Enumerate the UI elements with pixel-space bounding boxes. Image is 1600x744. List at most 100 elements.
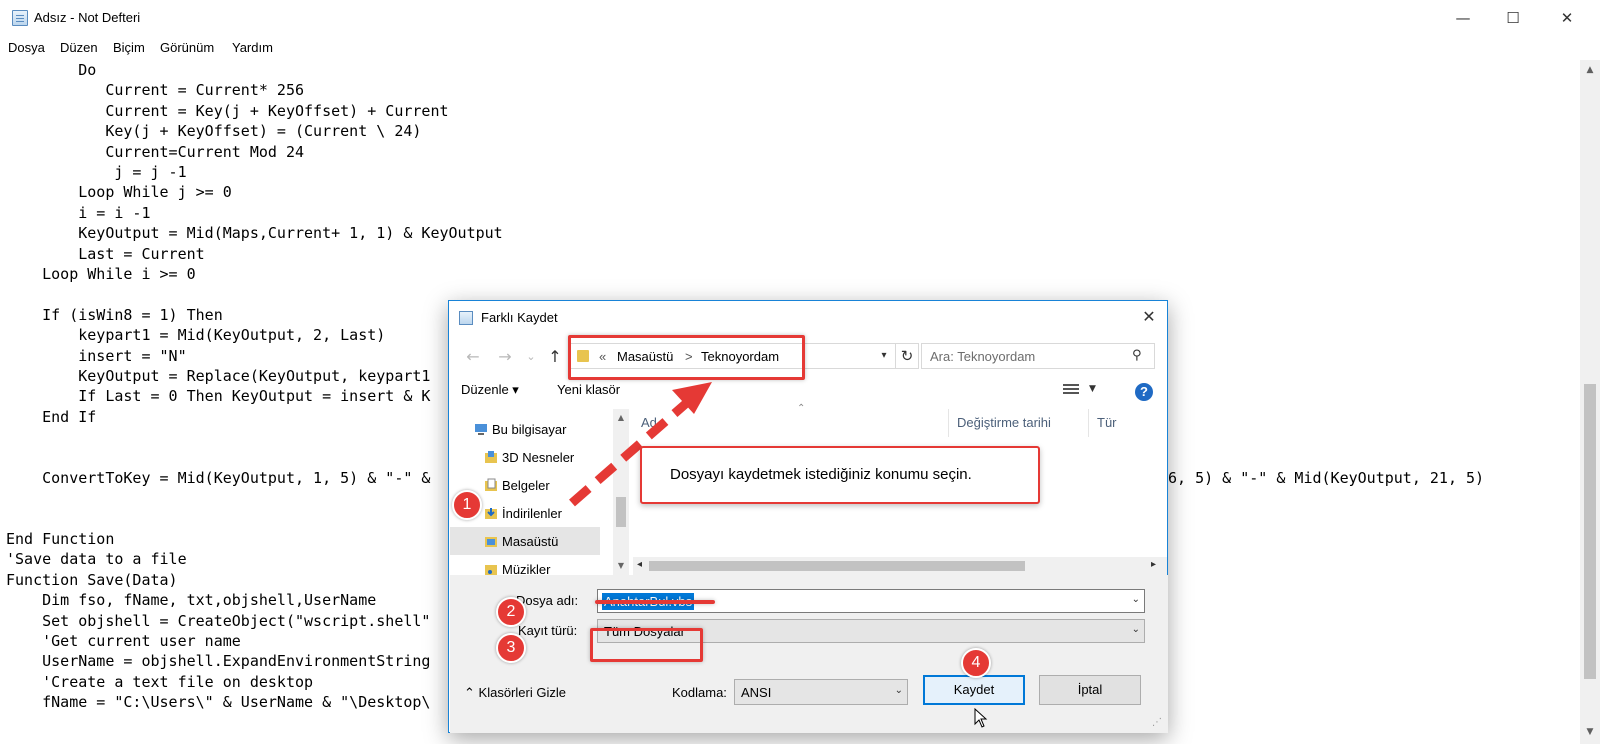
organize-button[interactable]: Düzenle ▾	[461, 382, 519, 398]
editor-vertical-scrollbar[interactable]: ▲ ▼	[1580, 60, 1600, 744]
highlight-filename	[595, 600, 715, 604]
nav-item-masaustu[interactable]: Masaüstü	[450, 527, 600, 555]
search-box[interactable]: ⚲	[921, 343, 1155, 369]
column-header-type[interactable]: Tür	[1089, 409, 1167, 437]
nav-label: Bu bilgisayar	[492, 422, 567, 437]
scroll-thumb[interactable]	[1584, 384, 1596, 679]
save-as-dialog: Farklı Kaydet ✕ ← → ⌄ ↑ « Masaüstü > Tek…	[448, 300, 1168, 733]
dialog-app-icon	[459, 311, 473, 325]
computer-icon	[475, 424, 487, 435]
filetype-label: Kayıt türü:	[518, 623, 578, 638]
menu-dosya[interactable]: Dosya	[8, 40, 45, 55]
menu-bicim[interactable]: Biçim	[113, 40, 145, 55]
code-line: Key(j + KeyOffset) = (Current \ 24)	[6, 122, 422, 140]
scroll-thumb[interactable]	[616, 497, 626, 527]
code-line: Current = Current* 256	[6, 81, 305, 99]
forward-arrow-icon[interactable]: →	[493, 345, 517, 369]
scroll-thumb[interactable]	[649, 561, 1025, 571]
maximize-icon[interactable]: ☐	[1490, 0, 1536, 36]
scroll-up-icon[interactable]: ▲	[1580, 62, 1600, 78]
address-dropdown-icon[interactable]: ▾	[875, 347, 893, 365]
dialog-bottom-area: Dosya adı: AnahtarBul.vbs ⌄ Kayıt türü: …	[450, 575, 1168, 733]
resize-grip-icon[interactable]: ⋰	[1152, 717, 1164, 729]
menu-yardim[interactable]: Yardım	[232, 40, 273, 55]
up-arrow-icon[interactable]: ↑	[543, 345, 567, 369]
hide-folders-label: Klasörleri Gizle	[478, 685, 566, 700]
recent-locations-icon[interactable]: ⌄	[519, 345, 543, 369]
code-line: End If	[6, 408, 97, 426]
nav-item-3d-nesneler[interactable]: 3D Nesneler	[450, 443, 600, 471]
minimize-icon[interactable]: —	[1440, 0, 1486, 36]
code-line: End Function	[6, 530, 115, 548]
code-line: 'Get current user name	[6, 632, 241, 650]
view-options-icon[interactable]	[1063, 384, 1081, 398]
highlight-filetype	[590, 628, 703, 662]
nav-item-muzikler[interactable]: Müzikler	[450, 555, 600, 575]
new-folder-button[interactable]: Yeni klasör	[557, 382, 620, 397]
menu-gorunum[interactable]: Görünüm	[160, 40, 214, 55]
step-badge-3: 3	[496, 633, 526, 663]
downloads-icon	[485, 508, 497, 519]
code-line: Current=Current Mod 24	[6, 143, 305, 161]
encoding-label: Kodlama:	[672, 685, 727, 700]
scroll-up-icon[interactable]: ▲	[613, 413, 629, 422]
filename-label: Dosya adı:	[516, 593, 579, 608]
hide-folders-button[interactable]: ⌃ Klasörleri Gizle	[464, 685, 566, 701]
scroll-left-icon[interactable]: ◂	[637, 559, 642, 570]
3d-objects-icon	[485, 451, 497, 463]
code-line: If Last = 0 Then KeyOutput = insert & K	[6, 387, 431, 405]
scroll-down-icon[interactable]: ▼	[1580, 724, 1600, 740]
code-line: j = j -1	[6, 163, 187, 181]
column-header-ad[interactable]: Ad	[633, 409, 949, 437]
desktop-icon	[485, 537, 497, 547]
instruction-callout: Dosyayı kaydetmek istediğiniz konumu seç…	[640, 446, 1040, 504]
code-line: Last = Current	[6, 245, 205, 263]
dialog-toolbar: Düzenle ▾ Yeni klasör ▼ ?	[449, 375, 1167, 405]
search-input[interactable]	[922, 344, 1122, 368]
close-icon[interactable]: ✕	[1544, 0, 1590, 36]
dialog-title: Farklı Kaydet	[481, 310, 558, 325]
music-icon	[485, 565, 497, 575]
nav-item-bu-bilgisayar[interactable]: Bu bilgisayar	[450, 415, 600, 443]
nav-label: Belgeler	[502, 478, 550, 493]
help-icon[interactable]: ?	[1135, 383, 1153, 401]
code-line: KeyOutput = Replace(KeyOutput, keypart1	[6, 367, 431, 385]
documents-icon	[485, 478, 497, 491]
chevron-up-icon: ⌃	[464, 685, 475, 700]
cancel-button[interactable]: İptal	[1039, 675, 1141, 705]
chevron-down-icon[interactable]: ⌄	[1132, 594, 1140, 605]
column-header-modified[interactable]: Değiştirme tarihi	[949, 409, 1089, 437]
code-line: ConvertToKey = Mid(KeyOutput, 1, 5) & "-…	[6, 469, 431, 487]
highlight-address	[568, 335, 805, 380]
step-badge-2: 2	[496, 597, 526, 627]
chevron-down-icon[interactable]: ⌄	[895, 685, 903, 696]
scroll-down-icon[interactable]: ▼	[613, 561, 629, 570]
code-line: KeyOutput = Mid(Maps,Current+ 1, 1) & Ke…	[6, 224, 503, 242]
search-icon[interactable]: ⚲	[1132, 348, 1148, 364]
code-line: UserName = objshell.ExpandEnvironmentStr…	[6, 652, 431, 670]
nav-pane-scrollbar[interactable]: ▲ ▼	[613, 409, 629, 575]
code-line: If (isWin8 = 1) Then	[6, 306, 223, 324]
code-line-right-fragment: 6, 5) & "-" & Mid(KeyOutput, 21, 5)	[1168, 469, 1485, 487]
menu-duzen[interactable]: Düzen	[60, 40, 98, 55]
step-badge-4: 4	[961, 648, 991, 678]
step-badge-1: 1	[452, 490, 482, 520]
dialog-close-icon[interactable]: ✕	[1135, 305, 1163, 329]
save-button[interactable]: Kaydet	[923, 675, 1025, 705]
code-line: fName = "C:\Users\" & UserName & "\Deskt…	[6, 693, 431, 711]
code-line: Function Save(Data)	[6, 571, 178, 589]
view-dropdown-icon[interactable]: ▼	[1089, 384, 1096, 394]
scroll-right-icon[interactable]: ▸	[1151, 559, 1156, 570]
refresh-icon[interactable]: ↻	[895, 343, 919, 369]
nav-label: İndirilenler	[502, 506, 562, 521]
file-list-horizontal-scrollbar[interactable]: ◂ ▸	[633, 557, 1167, 575]
notepad-titlebar: Adsız - Not Defteri — ☐ ✕	[0, 0, 1600, 36]
encoding-select[interactable]: ANSI ⌄	[734, 679, 908, 705]
window-title: Adsız - Not Defteri	[34, 10, 141, 25]
back-arrow-icon[interactable]: ←	[461, 345, 485, 369]
code-line: i = i -1	[6, 204, 151, 222]
menu-bar: Dosya Düzen Biçim Görünüm Yardım	[0, 36, 1600, 60]
dialog-titlebar: Farklı Kaydet ✕	[449, 301, 1167, 335]
nav-label: 3D Nesneler	[502, 450, 575, 465]
chevron-down-icon[interactable]: ⌄	[1132, 624, 1140, 635]
